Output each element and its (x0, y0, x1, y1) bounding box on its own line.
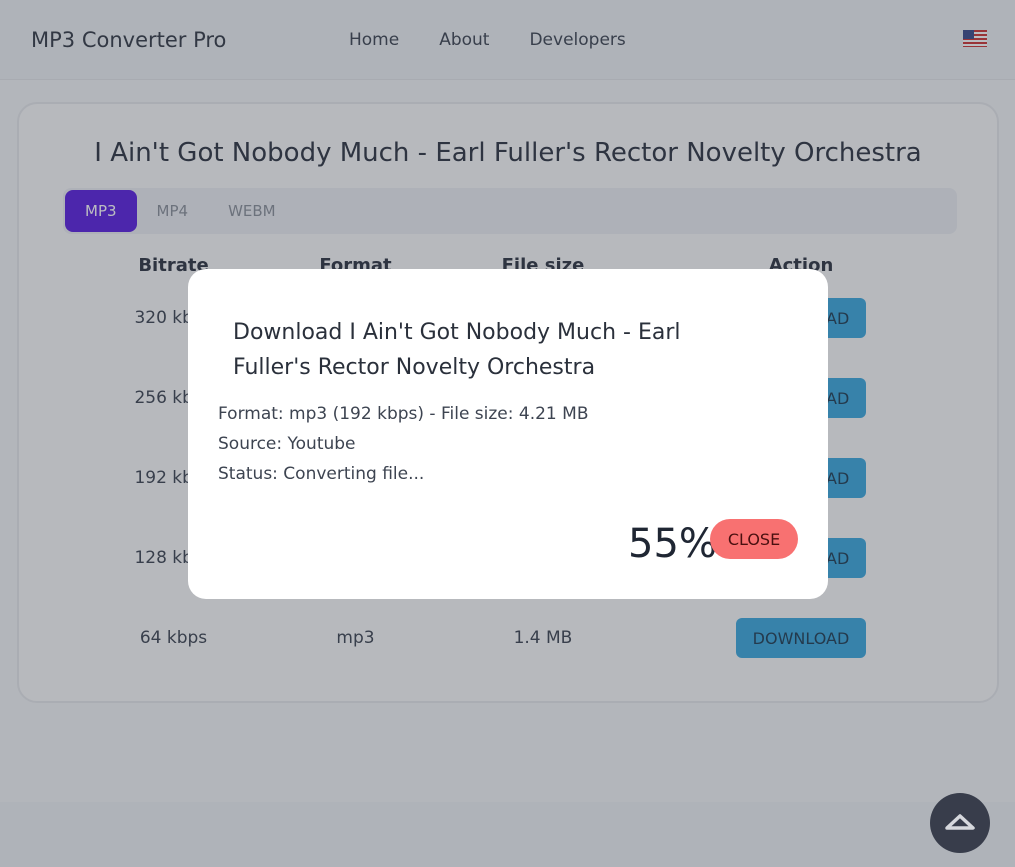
format-info: Format: mp3 (192 kbps) - File size: 4.21… (218, 404, 589, 424)
modal-title: Download I Ain't Got Nobody Much - Earl … (233, 320, 681, 380)
status-info: Status: Converting file... (218, 464, 425, 484)
progress-percent: 55% (628, 521, 717, 567)
download-modal: Download I Ain't Got Nobody Much - Earl … (188, 269, 828, 599)
chevron-up-icon (945, 814, 975, 830)
source-info: Source: Youtube (218, 434, 356, 454)
close-button[interactable]: CLOSE (710, 519, 798, 559)
scroll-to-top-button[interactable] (930, 793, 990, 853)
modal-info: Format: mp3 (192 kbps) - File size: 4.21… (218, 399, 828, 489)
